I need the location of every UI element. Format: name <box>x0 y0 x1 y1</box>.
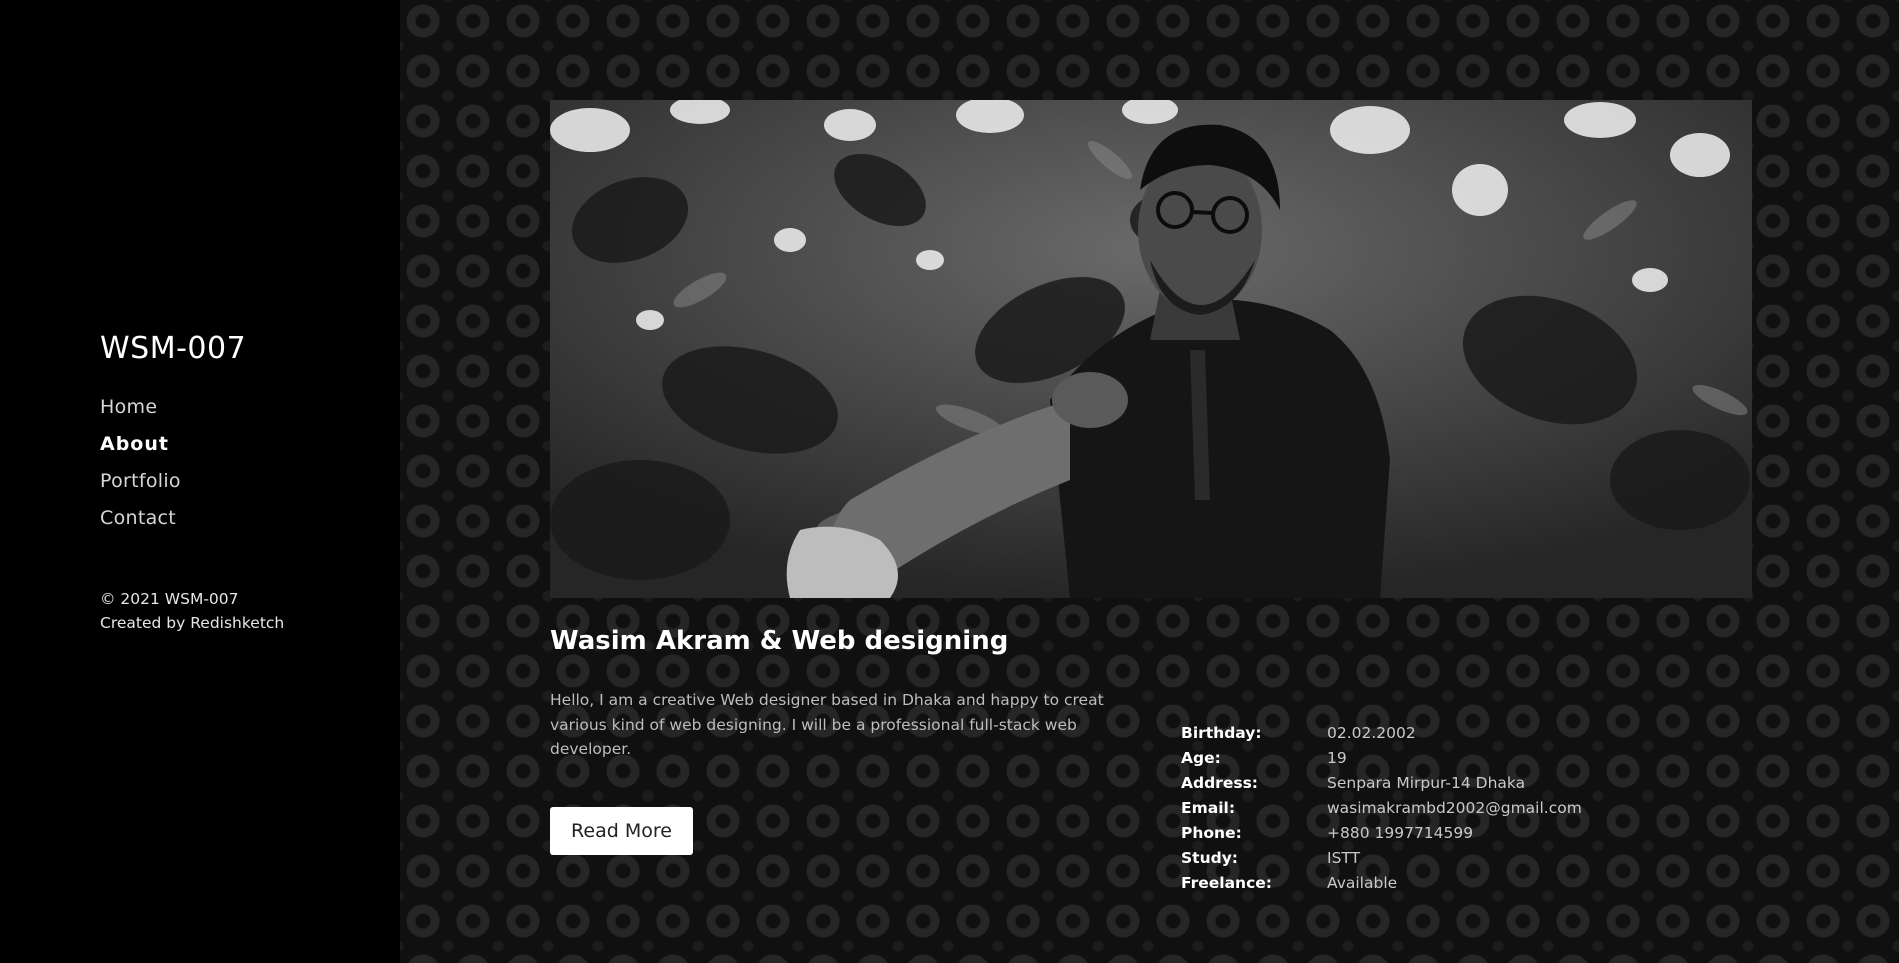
info-row-birthday: Birthday: 02.02.2002 <box>1181 720 1582 745</box>
nav-item-contact[interactable]: Contact <box>100 507 181 544</box>
creator-link[interactable]: Redishketch <box>190 614 284 632</box>
info-value: 02.02.2002 <box>1327 723 1416 742</box>
info-row-age: Age: 19 <box>1181 745 1582 770</box>
info-value: wasimakrambd2002@gmail.com <box>1327 798 1582 817</box>
about-intro: Hello, I am a creative Web designer base… <box>550 691 1104 758</box>
info-row-email: Email: wasimakrambd2002@gmail.com <box>1181 795 1582 820</box>
info-key: Address: <box>1181 773 1258 792</box>
info-value: +880 1997714599 <box>1327 823 1474 842</box>
main-content: Wasim Akram & Web designing Hello, I am … <box>400 0 1899 963</box>
main-nav: Home About Portfolio Contact <box>100 396 181 544</box>
read-more-button[interactable]: Read More <box>550 807 693 855</box>
info-row-phone: Phone: +880 1997714599 <box>1181 820 1582 845</box>
credit-prefix: Created by <box>100 614 186 632</box>
nav-item-about[interactable]: About <box>100 433 181 470</box>
info-row-study: Study: ISTT <box>1181 845 1582 870</box>
about-heading: Wasim Akram & Web designing <box>550 626 1009 656</box>
info-key: Age: <box>1181 748 1221 767</box>
info-row-address: Address: Senpara Mirpur-14 Dhaka <box>1181 770 1582 795</box>
personal-info: Birthday: 02.02.2002 Age: 19 Address: Se… <box>1181 720 1582 895</box>
info-key: Phone: <box>1181 823 1242 842</box>
nav-item-portfolio[interactable]: Portfolio <box>100 470 181 507</box>
info-value: 19 <box>1327 748 1347 767</box>
hero-photo <box>550 100 1752 598</box>
info-key: Freelance: <box>1181 873 1272 892</box>
brand-logo[interactable]: WSM-007 <box>100 331 246 366</box>
hero-photo-illustration <box>550 100 1752 598</box>
info-key: Birthday: <box>1181 723 1262 742</box>
sidebar: WSM-007 Home About Portfolio Contact © 2… <box>0 0 400 963</box>
info-key: Study: <box>1181 848 1239 867</box>
info-value: Senpara Mirpur-14 Dhaka <box>1327 773 1526 792</box>
nav-item-home[interactable]: Home <box>100 396 181 433</box>
info-key: Email: <box>1181 798 1236 817</box>
sidebar-footer: © 2021 WSM-007 Created by Redishketch <box>100 587 284 635</box>
credit-line: Created by Redishketch <box>100 611 284 635</box>
info-value: Available <box>1327 873 1398 892</box>
info-value: ISTT <box>1327 848 1361 867</box>
info-row-freelance: Freelance: Available <box>1181 870 1582 895</box>
copyright-text: © 2021 WSM-007 <box>100 590 239 608</box>
